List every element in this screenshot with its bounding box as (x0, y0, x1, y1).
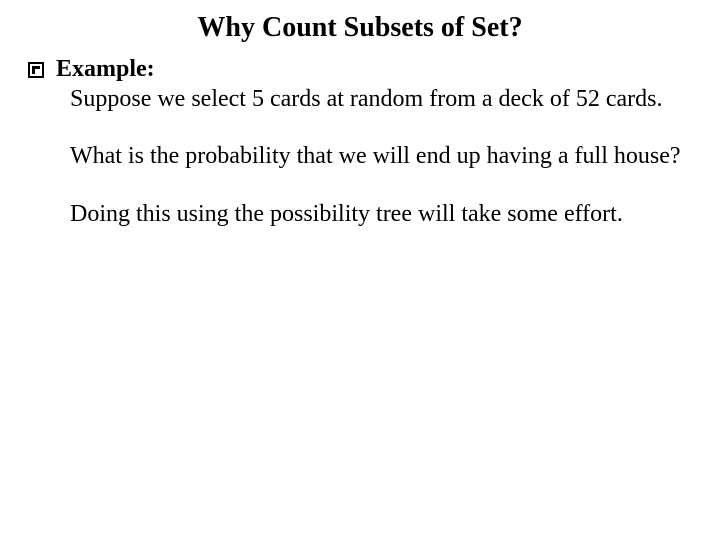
paragraph-1: Suppose we select 5 cards at random from… (70, 85, 692, 114)
slide-title: Why Count Subsets of Set? (28, 12, 692, 44)
example-label: Example: (56, 56, 155, 83)
example-heading-row: Example: (28, 56, 692, 83)
square-bullet-icon (28, 62, 44, 78)
body-text: Suppose we select 5 cards at random from… (70, 85, 692, 229)
paragraph-3: Doing this using the possibility tree wi… (70, 200, 692, 229)
paragraph-2: What is the probability that we will end… (70, 142, 692, 171)
